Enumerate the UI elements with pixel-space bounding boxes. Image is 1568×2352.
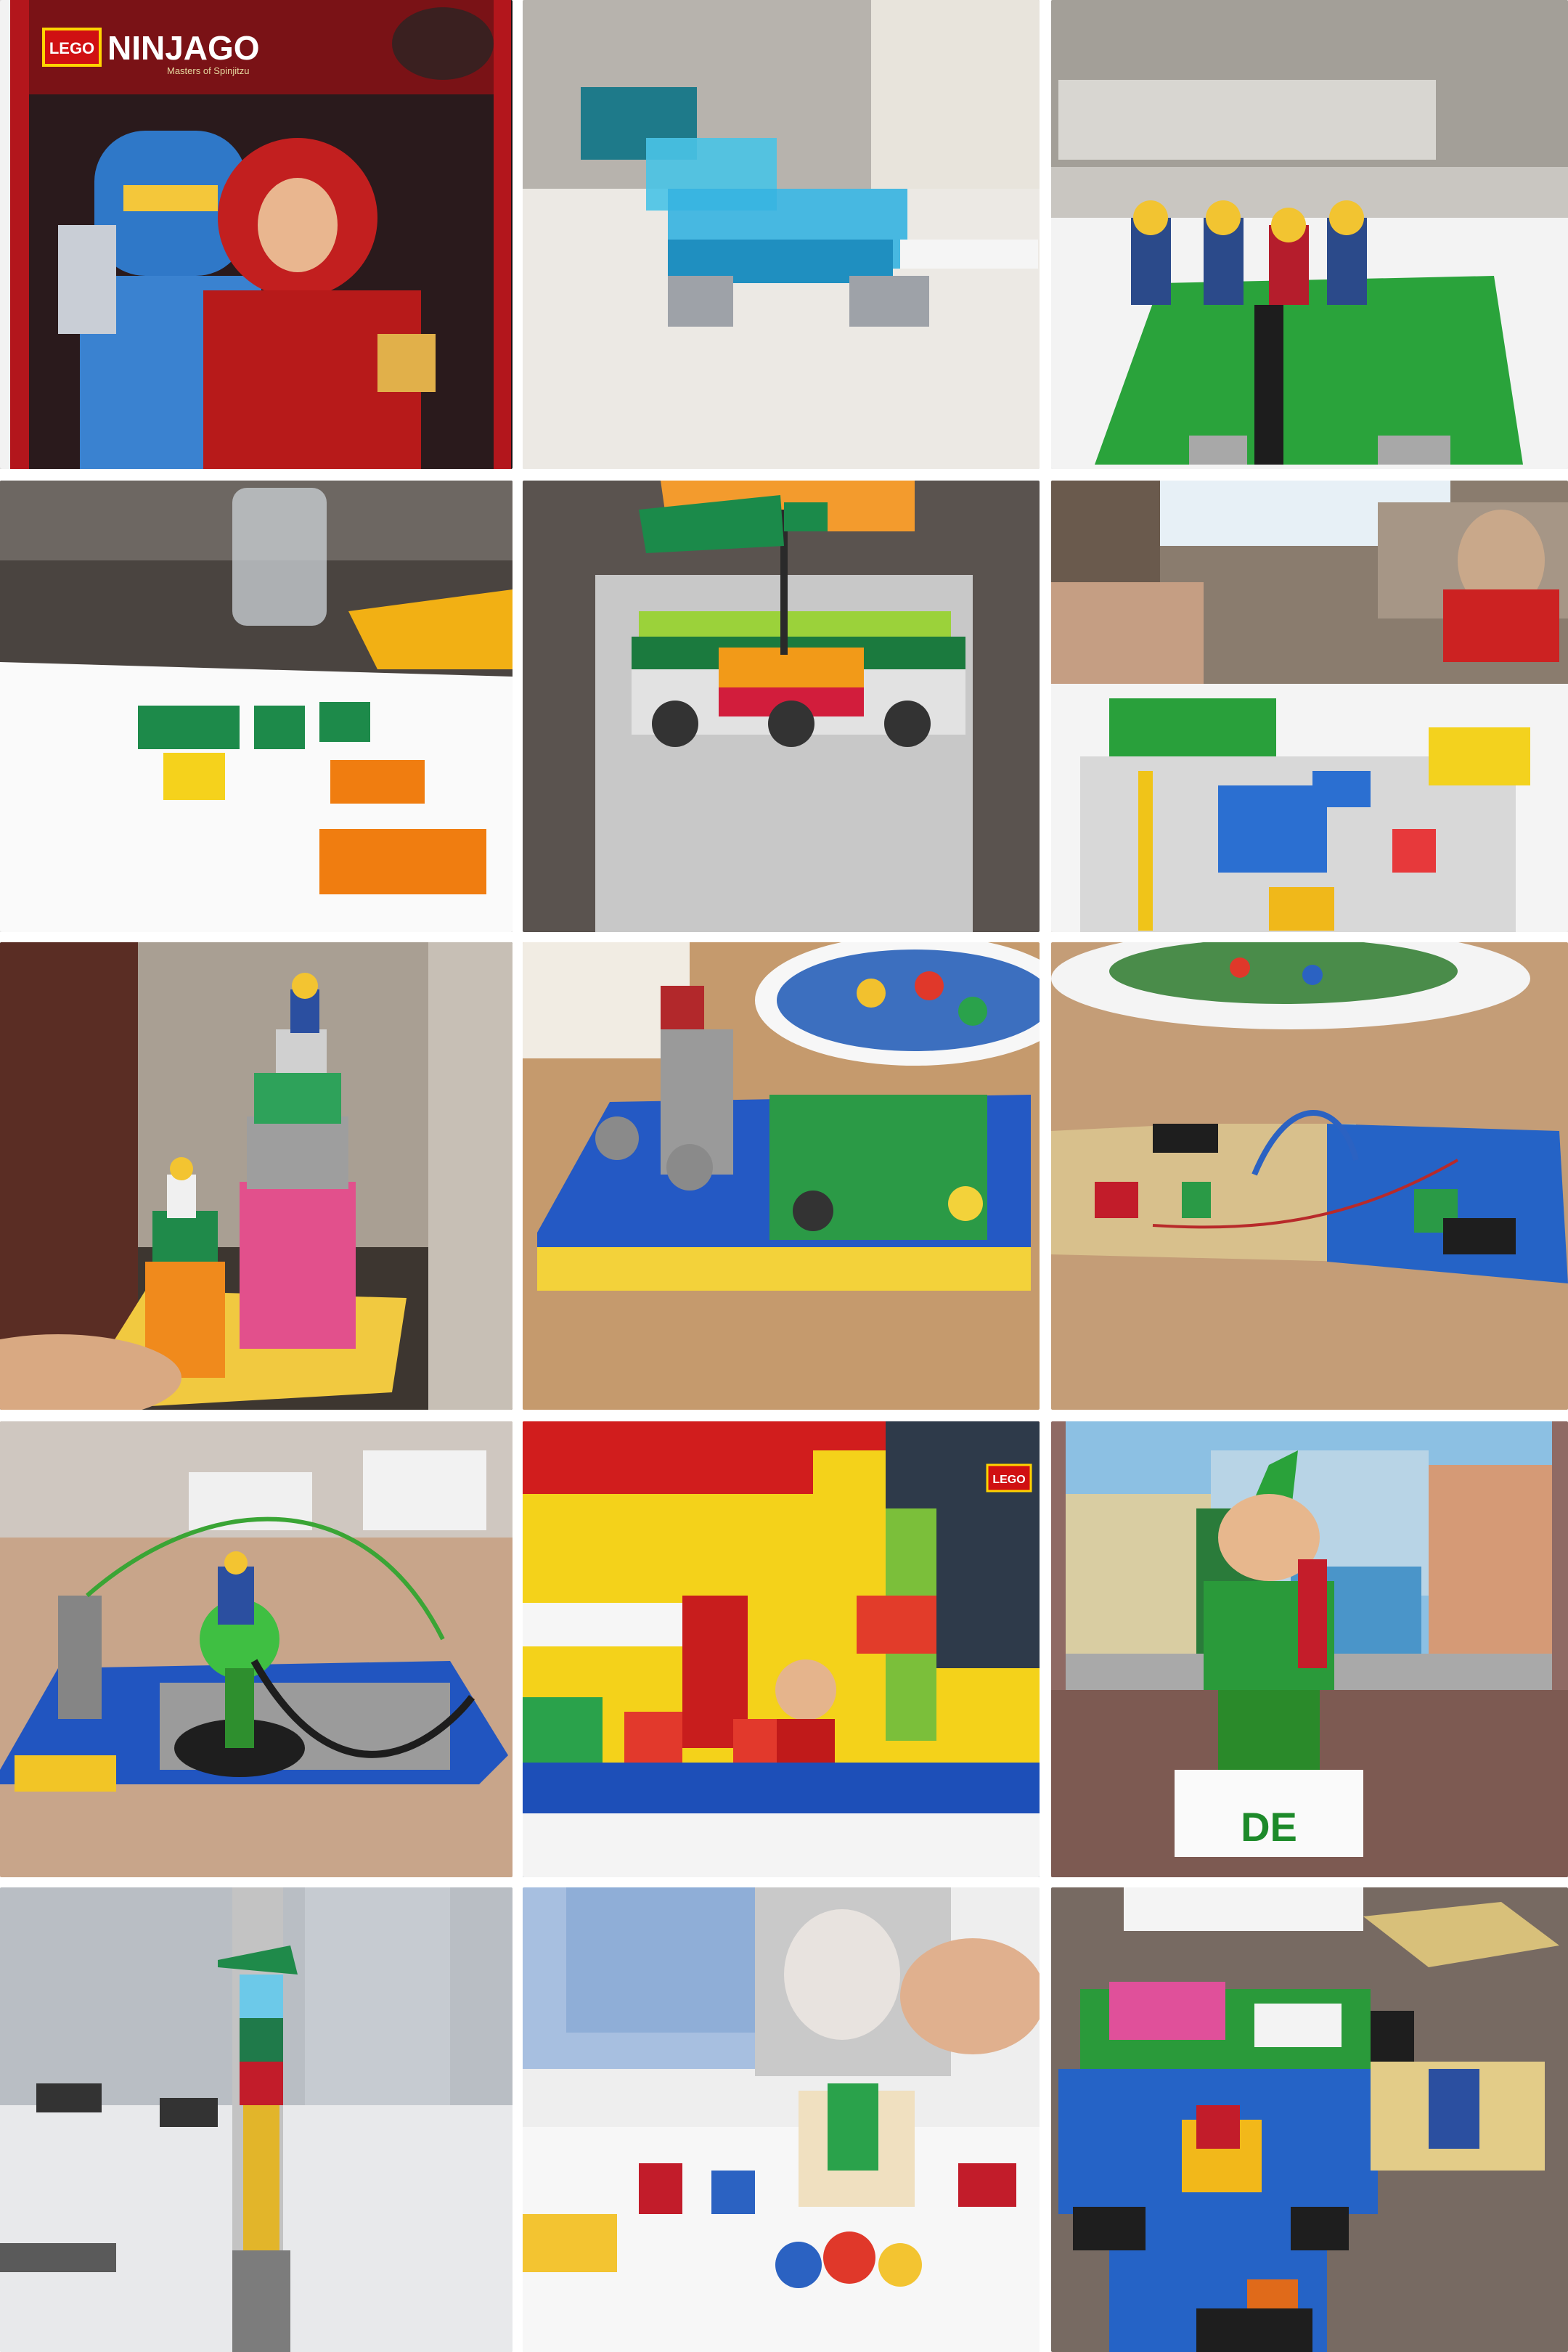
photo-connected-baseplates-build[interactable] [1051, 1887, 1568, 2352]
photo-tall-tower-build[interactable] [0, 1887, 513, 2352]
photo-machine-build-with-bricks-plate[interactable] [523, 942, 1040, 1410]
lego-logo-text: LEGO [992, 1474, 1025, 1486]
photo-tower-held-in-hand[interactable] [0, 942, 513, 1410]
photo-minifigs-green-baseplate[interactable] [1051, 0, 1568, 469]
photo-wired-tower-build[interactable] [0, 1421, 513, 1877]
photo-group-city-build[interactable] [523, 1887, 1040, 2352]
photo-colored-bricks-on-paper[interactable] [0, 481, 513, 932]
ninjago-title: NINJAGO [107, 29, 260, 67]
photo-kids-party-room[interactable]: LEGO [523, 1421, 1040, 1877]
photo-transparent-blue-build[interactable] [523, 0, 1040, 469]
ninjago-subtitle: Masters of Spinjitzu [167, 65, 249, 76]
photo-team-building-table[interactable] [1051, 481, 1568, 932]
photo-flag-bridge-build[interactable] [523, 481, 1040, 932]
name-sign-text: DE [1241, 1804, 1297, 1850]
photo-elf-minifig-standee[interactable]: DE [1051, 1421, 1568, 1877]
lego-logo-text: LEGO [49, 39, 94, 57]
photo-wired-build-beige-blue[interactable] [1051, 942, 1568, 1410]
photo-ninjago-poster[interactable]: LEGO NINJAGO Masters of Spinjitzu [0, 0, 513, 469]
